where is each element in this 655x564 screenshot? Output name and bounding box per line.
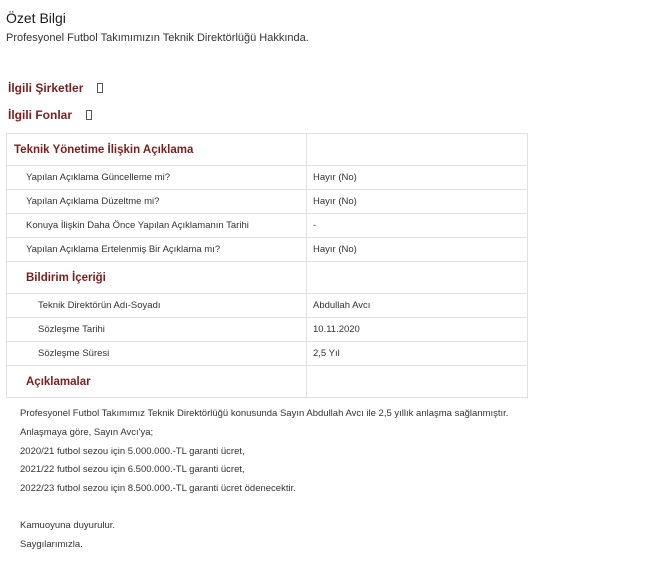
row-value: 10.11.2020 bbox=[306, 317, 528, 342]
related-funds-toggle[interactable]: İlgili Fonlar bbox=[8, 108, 93, 122]
notes-title: Açıklamalar bbox=[6, 365, 307, 398]
related-companies-toggle[interactable]: İlgili Şirketler bbox=[8, 81, 104, 95]
page: Özet Bilgi Profesyonel Futbol Takımımızı… bbox=[0, 0, 655, 564]
section-header-row: Teknik Yönetime İlişkin Açıklama bbox=[6, 133, 528, 166]
table-row: Sözleşme Süresi 2,5 Yıl bbox=[6, 341, 528, 366]
table-row: Yapılan Açıklama Ertelenmiş Bir Açıklama… bbox=[6, 237, 528, 262]
section-title: Teknik Yönetime İlişkin Açıklama bbox=[6, 133, 307, 166]
summary-title: Özet Bilgi bbox=[6, 10, 66, 26]
content-header-row: Bildirim İçeriği bbox=[6, 261, 528, 294]
notes-line: Anlaşmaya göre, Sayın Avcı'ya; bbox=[20, 427, 154, 438]
related-companies-label: İlgili Şirketler bbox=[8, 81, 84, 95]
table-row: Yapılan Açıklama Düzeltme mi? Hayır (No) bbox=[6, 189, 528, 214]
table-row: Sözleşme Tarihi 10.11.2020 bbox=[6, 317, 528, 342]
row-label: Sözleşme Süresi bbox=[6, 341, 307, 366]
table-row: Konuya İlişkin Daha Önce Yapılan Açıklam… bbox=[6, 213, 528, 238]
table-row: Teknik Direktörün Adı-Soyadı Abdullah Av… bbox=[6, 293, 528, 318]
row-value: Hayır (No) bbox=[306, 237, 528, 262]
notes-line: 2020/21 futbol sezou için 5.000.000.-TL … bbox=[20, 445, 245, 457]
row-value: Hayır (No) bbox=[306, 165, 528, 190]
disclosure-table: Teknik Yönetime İlişkin Açıklama Yapılan… bbox=[6, 133, 528, 398]
row-label: Teknik Direktörün Adı-Soyadı bbox=[6, 293, 307, 318]
summary-subtitle: Profesyonel Futbol Takımımızın Teknik Di… bbox=[6, 32, 309, 44]
closing-line: Kamuoyuna duyurulur. bbox=[20, 520, 116, 531]
row-label: Yapılan Açıklama Güncelleme mi? bbox=[6, 165, 307, 190]
row-value: 2,5 Yıl bbox=[306, 341, 528, 366]
closing-line: Saygılarımızla. bbox=[20, 538, 83, 550]
related-funds-label: İlgili Fonlar bbox=[8, 108, 73, 122]
notes-line: 2021/22 futbol sezou için 6.500.000.-TL … bbox=[20, 464, 245, 475]
expand-icon bbox=[97, 83, 104, 93]
notes-header-row: Açıklamalar bbox=[6, 365, 528, 398]
notes-intro: Profesyonel Futbol Takımımız Teknik Dire… bbox=[20, 408, 509, 419]
empty-cell bbox=[306, 133, 528, 166]
row-value: - bbox=[306, 213, 528, 238]
row-label: Yapılan Açıklama Düzeltme mi? bbox=[6, 189, 307, 214]
row-label: Yapılan Açıklama Ertelenmiş Bir Açıklama… bbox=[6, 237, 307, 262]
content-title: Bildirim İçeriği bbox=[6, 261, 307, 294]
row-label: Sözleşme Tarihi bbox=[6, 317, 307, 342]
expand-icon bbox=[86, 110, 93, 120]
notes-body: Profesyonel Futbol Takımımız Teknik Dire… bbox=[20, 406, 517, 554]
notes-line: 2022/23 futbol sezou için 8.500.000.-TL … bbox=[20, 482, 296, 494]
empty-cell bbox=[306, 365, 528, 398]
row-label: Konuya İlişkin Daha Önce Yapılan Açıklam… bbox=[6, 213, 307, 238]
empty-cell bbox=[306, 261, 528, 294]
row-value: Abdullah Avcı bbox=[306, 293, 528, 318]
table-row: Yapılan Açıklama Güncelleme mi? Hayır (N… bbox=[6, 165, 528, 190]
row-value: Hayır (No) bbox=[306, 189, 528, 214]
